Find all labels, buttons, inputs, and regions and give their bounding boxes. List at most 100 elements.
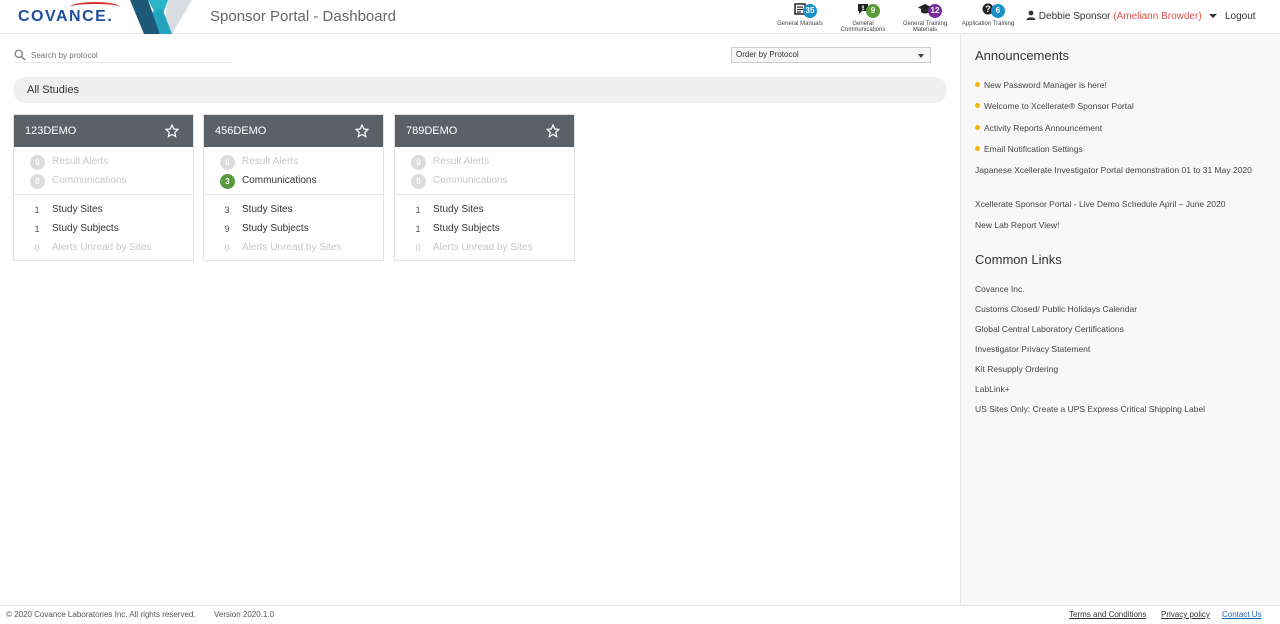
common-link[interactable]: Investigator Privacy Statement [975,344,1090,354]
star-icon[interactable] [546,124,560,138]
logout-link[interactable]: Logout [1225,11,1256,22]
study-sites-row[interactable]: 1 Study Sites [14,203,193,222]
study-sites-row[interactable]: 3 Study Sites [204,203,383,222]
communications-count: 3 [220,174,235,189]
version-text: Version 2020.1.0 [214,610,275,619]
announcement-item[interactable]: Email Notification Settings [975,143,1265,155]
search-icon [14,49,26,61]
study-subjects-count: 1 [34,224,40,234]
svg-text:?: ? [985,4,991,14]
study-subjects-count: 1 [415,224,421,234]
general-training-materials-label: General Training Materials [902,21,948,33]
card-alerts: 0 Result Alerts 3 Communications [204,147,383,195]
star-icon[interactable] [165,124,179,138]
chevron-down-icon [918,54,924,58]
result-alerts-row[interactable]: 0 Result Alerts [204,155,383,174]
result-alerts-count: 0 [30,155,45,170]
result-alerts-label: Result Alerts [52,156,109,167]
announcement-item[interactable]: Xcellerate Sponsor Portal - Live Demo Sc… [975,198,1265,210]
study-sites-label: Study Sites [433,204,484,215]
communications-label: Communications [433,175,508,186]
study-card-header[interactable]: 456DEMO [204,115,383,147]
alerts-unread-count: 0 [224,243,230,253]
announcement-text: Activity Reports Announcement [984,123,1103,133]
study-card[interactable]: 456DEMO 0 Result Alerts 3 Communications… [203,114,384,261]
common-link[interactable]: LabLink+ [975,384,1010,394]
logo-swoosh-icon [70,2,120,12]
announcement-text: New Password Manager is here! [984,80,1107,90]
copyright-text: © 2020 Covance Laboratories Inc. All rig… [6,610,196,619]
study-card-title: 123DEMO [25,125,77,137]
common-link[interactable]: Customs Closed/ Public Holidays Calendar [975,304,1137,314]
top-header: COVANCE. Sponsor Portal - Dashboard 35 G… [0,0,1280,34]
search-input[interactable] [31,51,226,60]
general-manuals-button[interactable]: 35 General Manuals [772,3,828,27]
study-card-header[interactable]: 123DEMO [14,115,193,147]
common-link[interactable]: Kit Resupply Ordering [975,364,1058,374]
study-subjects-row[interactable]: 1 Study Subjects [14,222,193,241]
alerts-unread-label: Alerts Unread by Sites [52,242,152,253]
result-alerts-count: 0 [220,155,235,170]
announcement-item[interactable]: New Password Manager is here! [975,79,1265,91]
manuals-count-badge: 35 [803,4,817,18]
study-subjects-row[interactable]: 9 Study Subjects [204,222,383,241]
privacy-link[interactable]: Privacy policy [1161,606,1210,624]
common-links-title: Common Links [975,252,1062,267]
page-title: Sponsor Portal - Dashboard [210,8,396,25]
common-link[interactable]: US Sites Only: Create a UPS Express Crit… [975,404,1205,414]
result-alerts-count: 0 [411,155,426,170]
study-subjects-row[interactable]: 1 Study Subjects [395,222,574,241]
card-stats: 1 Study Sites 1 Study Subjects 0 Alerts … [395,195,574,260]
announcement-item[interactable]: New Lab Report View! [975,219,1265,231]
study-card-title: 456DEMO [215,125,267,137]
unread-dot-icon [975,146,980,152]
communications-row[interactable]: 0 Communications [14,174,193,193]
general-training-materials-button[interactable]: 12 General Training Materials [897,3,953,33]
announcement-item[interactable]: Welcome to Xcellerate® Sponsor Portal [975,100,1265,112]
star-icon[interactable] [355,124,369,138]
unread-dot-icon [975,125,980,131]
all-studies-bar[interactable]: All Studies [13,77,947,103]
app-training-count-badge: 6 [991,4,1005,18]
application-training-button[interactable]: ? 6 Application Training [960,3,1016,27]
general-communications-label: General Communications [840,21,886,33]
study-card[interactable]: 123DEMO 0 Result Alerts 0 Communications… [13,114,194,261]
general-communications-button[interactable]: 9 General Communications [835,3,891,33]
order-by-select[interactable]: Order by Protocol [731,47,931,63]
communications-label: Communications [52,175,127,186]
user-menu[interactable]: Debbie Sponsor (Ameliann Browder) [1026,10,1218,22]
study-card-title: 789DEMO [406,125,458,137]
announcement-text: Xcellerate Sponsor Portal - Live Demo Sc… [975,199,1226,209]
study-card-header[interactable]: 789DEMO [395,115,574,147]
alerts-unread-count: 0 [34,243,40,253]
study-card[interactable]: 789DEMO 0 Result Alerts 0 Communications… [394,114,575,261]
study-subjects-label: Study Subjects [52,223,119,234]
user-name: Debbie Sponsor [1038,11,1111,22]
study-sites-count: 1 [415,205,421,215]
terms-link[interactable]: Terms and Conditions [1069,606,1146,624]
announcement-text: New Lab Report View! [975,220,1060,230]
training-count-badge: 12 [928,4,942,18]
result-alerts-row[interactable]: 0 Result Alerts [395,155,574,174]
common-link[interactable]: Global Central Laboratory Certifications [975,324,1124,334]
communications-row[interactable]: 0 Communications [395,174,574,193]
study-sites-label: Study Sites [242,204,293,215]
protocol-search [14,49,232,63]
result-alerts-row[interactable]: 0 Result Alerts [14,155,193,174]
unread-dot-icon [975,82,980,88]
announcement-item[interactable]: Activity Reports Announcement [975,122,1265,134]
covance-v-logo-icon [130,0,192,34]
contact-link[interactable]: Contact Us [1222,606,1262,624]
alerts-unread-count: 0 [415,243,421,253]
study-sites-count: 3 [224,205,230,215]
study-subjects-label: Study Subjects [433,223,500,234]
result-alerts-label: Result Alerts [433,156,490,167]
order-by-value: Order by Protocol [736,50,799,59]
announcement-item[interactable]: Japanese Xcellerate Investigator Portal … [975,164,1255,176]
study-sites-count: 1 [34,205,40,215]
communications-label: Communications [242,175,317,186]
study-sites-row[interactable]: 1 Study Sites [395,203,574,222]
study-sites-label: Study Sites [52,204,103,215]
common-link[interactable]: Covance Inc. [975,284,1025,294]
communications-row[interactable]: 3 Communications [204,174,383,193]
